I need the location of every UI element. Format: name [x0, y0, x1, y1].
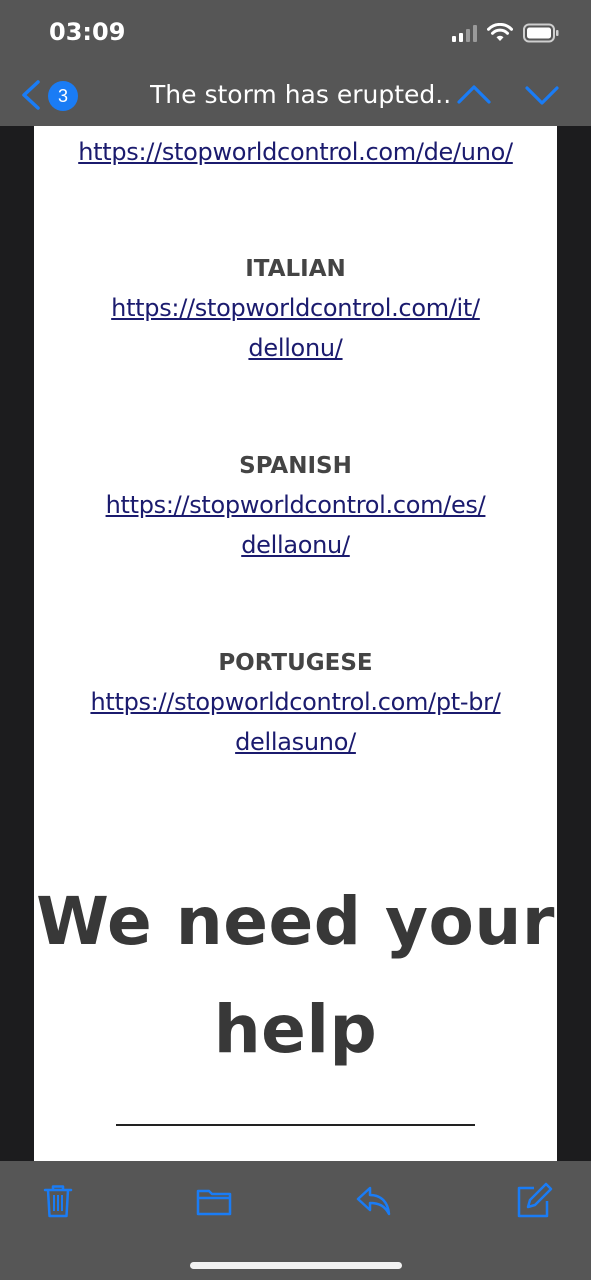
compose-icon[interactable] — [514, 1181, 554, 1221]
unread-count-badge: 3 — [48, 81, 78, 111]
german-link[interactable]: https://stopworldcontrol.com/de/uno/ — [34, 138, 557, 166]
home-indicator[interactable] — [190, 1262, 402, 1269]
italian-link-line2[interactable]: dellonu/ — [34, 334, 557, 362]
previous-message-chevron-up-icon[interactable] — [456, 80, 492, 110]
help-heading-line2: help — [213, 991, 378, 1068]
italian-heading: ITALIAN — [245, 256, 346, 282]
spanish-link-line1[interactable]: https://stopworldcontrol.com/es/ — [34, 491, 557, 519]
trash-icon[interactable] — [38, 1181, 78, 1221]
italian-link-line1[interactable]: https://stopworldcontrol.com/it/ — [34, 294, 557, 322]
status-bar: 03:09 — [0, 0, 591, 60]
next-message-chevron-down-icon[interactable] — [524, 80, 560, 110]
portugese-heading: PORTUGESE — [218, 650, 373, 676]
spanish-link-line2[interactable]: dellaonu/ — [34, 531, 557, 559]
spanish-heading: SPANISH — [239, 453, 352, 479]
help-heading-line1: We need your — [36, 883, 555, 960]
cellular-signal-icon — [452, 24, 477, 42]
folder-icon[interactable] — [194, 1181, 234, 1221]
email-margin-right — [557, 126, 591, 1161]
portugese-link-line1[interactable]: https://stopworldcontrol.com/pt-br/ — [34, 688, 557, 716]
email-margin-left — [0, 126, 34, 1161]
reply-icon[interactable] — [354, 1181, 394, 1221]
battery-icon — [523, 23, 559, 43]
mail-app-screen: 03:09 3 The storm has erupted... https:/… — [0, 0, 591, 1280]
divider-line — [116, 1124, 475, 1126]
email-body: https://stopworldcontrol.com/de/uno/ ITA… — [34, 126, 557, 1161]
portugese-link-line2[interactable]: dellasuno/ — [34, 728, 557, 756]
status-icons — [452, 22, 559, 44]
status-time: 03:09 — [49, 18, 126, 46]
message-title: The storm has erupted... — [150, 80, 450, 109]
wifi-icon — [487, 23, 513, 41]
back-chevron-icon[interactable] — [16, 78, 46, 112]
